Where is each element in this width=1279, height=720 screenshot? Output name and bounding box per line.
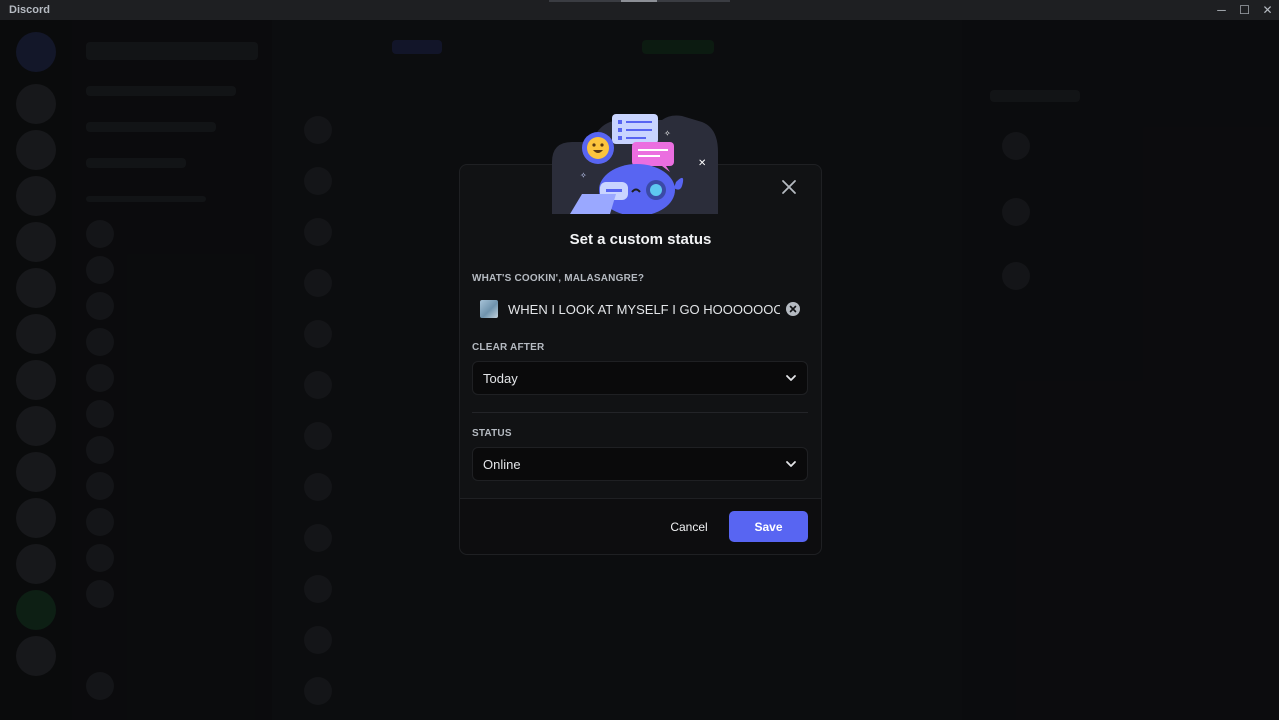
clear-circle-icon xyxy=(789,305,797,313)
close-window-button[interactable]: ✕ xyxy=(1256,0,1279,20)
maximize-button[interactable]: ☐ xyxy=(1233,0,1256,20)
svg-text:✧: ✧ xyxy=(664,129,671,138)
minimize-button[interactable]: ─ xyxy=(1210,0,1233,20)
clear-status-button[interactable] xyxy=(786,302,800,316)
close-icon xyxy=(782,180,796,194)
clear-after-label: CLEAR AFTER xyxy=(472,342,545,353)
status-value: Online xyxy=(483,456,521,472)
custom-status-modal xyxy=(459,164,822,555)
clear-after-select[interactable]: Today xyxy=(472,361,808,395)
modal-title: Set a custom status xyxy=(569,231,712,248)
app-name: Discord xyxy=(9,4,50,16)
status-label: STATUS xyxy=(472,428,512,439)
status-illustration: ✕ ✧ ✧ xyxy=(552,114,718,214)
clear-after-value: Today xyxy=(483,370,518,386)
close-modal-button[interactable] xyxy=(777,175,801,199)
status-text-label: WHAT'S COOKIN', MALASANGRE? xyxy=(472,273,645,284)
emoji-picker-button[interactable] xyxy=(480,300,498,318)
chevron-down-icon xyxy=(785,458,797,470)
section-divider xyxy=(472,412,808,413)
window-controls: ─ ☐ ✕ xyxy=(1210,0,1279,20)
cancel-button[interactable]: Cancel xyxy=(660,512,718,542)
window-titlebar: Discord ─ ☐ ✕ xyxy=(0,0,1279,20)
chevron-down-icon xyxy=(785,372,797,384)
svg-text:✧: ✧ xyxy=(580,171,587,180)
titlebar-drag-indicator xyxy=(549,0,730,2)
status-select[interactable]: Online xyxy=(472,447,808,481)
save-button[interactable]: Save xyxy=(729,511,808,542)
custom-status-input-row xyxy=(472,293,808,325)
custom-status-input[interactable] xyxy=(508,301,780,317)
svg-text:✕: ✕ xyxy=(698,158,706,169)
